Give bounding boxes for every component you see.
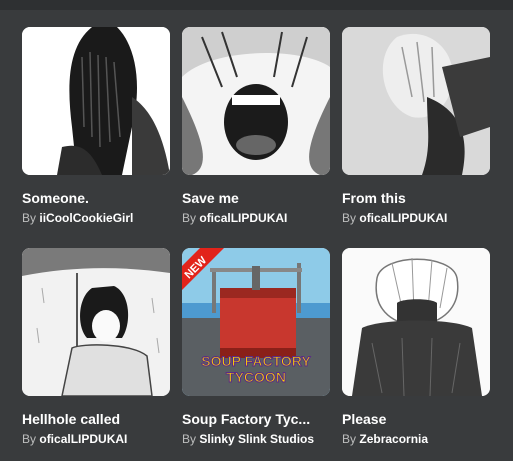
game-card[interactable]: Please By Zebracornia — [342, 248, 490, 447]
by-label: By — [342, 211, 357, 225]
game-title[interactable]: Someone. — [22, 190, 170, 207]
game-card[interactable]: Someone. By iiCoolCookieGirl — [22, 27, 170, 226]
game-thumbnail[interactable] — [22, 248, 170, 396]
game-title[interactable]: Soup Factory Tyc... — [182, 411, 330, 428]
game-title[interactable]: From this — [342, 190, 490, 207]
by-label: By — [182, 211, 197, 225]
game-byline: By Zebracornia — [342, 432, 490, 447]
by-label: By — [22, 211, 37, 225]
soup-factory-logo-line2: TYCOON — [226, 369, 286, 385]
soup-factory-tank-icon: SOUP FACTORY TYCOON NEW — [182, 248, 330, 396]
game-thumbnail[interactable] — [22, 27, 170, 175]
game-card[interactable]: Hellhole called By oficalLIPDUKAI — [22, 248, 170, 447]
game-card[interactable]: SOUP FACTORY TYCOON NEW Soup Factory Tyc… — [182, 248, 330, 447]
game-title[interactable]: Save me — [182, 190, 330, 207]
boy-under-umbrella-rain-icon — [22, 248, 170, 396]
top-bar — [0, 0, 513, 10]
creator-name[interactable]: oficalLIPDUKAI — [359, 211, 447, 225]
game-thumbnail[interactable]: SOUP FACTORY TYCOON NEW — [182, 248, 330, 396]
games-panel: Someone. By iiCoolCookieGirl Save me By … — [10, 12, 503, 461]
white-haired-boy-hands-on-face-icon — [342, 248, 490, 396]
creator-name[interactable]: Slinky Slink Studios — [199, 432, 314, 446]
game-title[interactable]: Hellhole called — [22, 411, 170, 428]
game-byline: By oficalLIPDUKAI — [182, 211, 330, 226]
by-label: By — [342, 432, 357, 446]
creator-name[interactable]: iiCoolCookieGirl — [39, 211, 133, 225]
by-label: By — [182, 432, 197, 446]
game-byline: By oficalLIPDUKAI — [22, 432, 170, 447]
game-grid: Someone. By iiCoolCookieGirl Save me By … — [22, 27, 490, 447]
game-title[interactable]: Please — [342, 411, 490, 428]
game-card[interactable]: Save me By oficalLIPDUKAI — [182, 27, 330, 226]
screaming-boy-icon — [182, 27, 330, 175]
creator-name[interactable]: oficalLIPDUKAI — [39, 432, 127, 446]
by-label: By — [22, 432, 37, 446]
creator-name[interactable]: Zebracornia — [359, 432, 428, 446]
sad-girl-hair-over-face-icon — [22, 27, 170, 175]
game-byline: By iiCoolCookieGirl — [22, 211, 170, 226]
crying-boy-looking-down-icon — [342, 27, 490, 175]
creator-name[interactable]: oficalLIPDUKAI — [199, 211, 287, 225]
game-byline: By oficalLIPDUKAI — [342, 211, 490, 226]
soup-factory-logo-line1: SOUP FACTORY — [201, 353, 311, 369]
game-byline: By Slinky Slink Studios — [182, 432, 330, 447]
game-card[interactable]: From this By oficalLIPDUKAI — [342, 27, 490, 226]
game-thumbnail[interactable] — [182, 27, 330, 175]
game-thumbnail[interactable] — [342, 248, 490, 396]
game-thumbnail[interactable] — [342, 27, 490, 175]
